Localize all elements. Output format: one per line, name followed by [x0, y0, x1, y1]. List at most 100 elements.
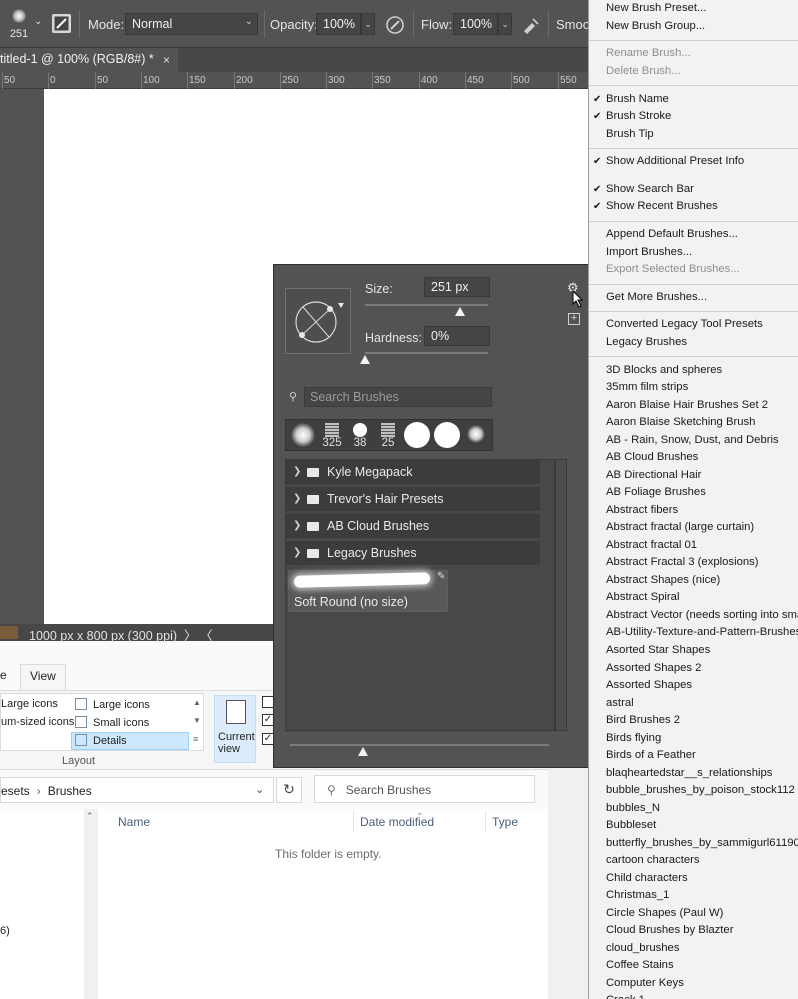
menu-item[interactable]: Append Default Brushes... [606, 228, 738, 240]
layout-small-icons[interactable]: Small icons [75, 716, 149, 729]
menu-item[interactable]: Show Recent Brushes [606, 200, 718, 212]
menu-item[interactable]: Aaron Blaise Hair Brushes Set 2 [606, 399, 768, 411]
menu-item[interactable]: Abstract fractal 01 [606, 539, 697, 551]
address-segment[interactable]: Brushes [48, 784, 92, 798]
current-view-button[interactable]: Current view [214, 695, 256, 763]
menu-item[interactable]: 3D Blocks and spheres [606, 364, 722, 376]
menu-item[interactable]: Birds of a Feather [606, 749, 696, 761]
menu-item[interactable]: Aaron Blaise Sketching Brush [606, 416, 755, 428]
flow-dropdown[interactable]: ⌄ [498, 13, 512, 35]
menu-item[interactable]: Show Search Bar [606, 183, 694, 195]
menu-item[interactable]: Christmas_1 [606, 889, 669, 901]
chevron-right-icon[interactable]: ❯ [293, 493, 301, 504]
size-slider-thumb[interactable] [454, 307, 465, 316]
menu-item[interactable]: New Brush Group... [606, 20, 705, 32]
menu-item[interactable]: Asorted Star Shapes [606, 644, 710, 656]
brush-group-row[interactable]: ❯ Trevor's Hair Presets [286, 487, 540, 512]
recent-brush-7[interactable] [462, 420, 490, 450]
menu-item[interactable]: Assorted Shapes 2 [606, 662, 701, 674]
menu-item[interactable]: AB Directional Hair [606, 469, 701, 481]
menu-item[interactable]: Birds flying [606, 732, 661, 744]
menu-item[interactable]: Bird Brushes 2 [606, 714, 680, 726]
gallery-scroll-down-icon[interactable]: ▼ [193, 716, 201, 725]
scroll-up-icon[interactable]: ⌃ [86, 811, 94, 822]
explorer-search-input[interactable]: ⚲ Search Brushes [314, 775, 535, 803]
layout-large-icons-2[interactable]: Large icons [75, 698, 150, 711]
close-icon[interactable]: × [163, 53, 170, 67]
chevron-right-icon[interactable]: ❯ [293, 466, 301, 477]
layout-large-icons[interactable]: Large icons [1, 698, 58, 710]
recent-brush-2[interactable]: 325 [318, 420, 346, 450]
chevron-down-icon[interactable]: ⌄ [34, 16, 42, 27]
thumbnail-size-thumb[interactable] [357, 747, 368, 756]
menu-item[interactable]: Brush Name [606, 93, 669, 105]
menu-item[interactable]: butterfly_brushes_by_sammigurl61190 [606, 837, 798, 849]
address-bar[interactable]: esets › Brushes ⌄ [0, 777, 274, 803]
chevron-down-icon[interactable]: ⌄ [255, 783, 264, 796]
address-segment[interactable]: esets [1, 784, 30, 798]
recent-brush-1[interactable] [288, 420, 318, 450]
menu-item[interactable]: Brush Stroke [606, 110, 671, 122]
gallery-expand-icon[interactable]: ≡ [193, 734, 198, 744]
tab-partial[interactable]: e [0, 668, 7, 682]
flow-input[interactable]: 100% [453, 13, 498, 35]
size-input[interactable]: 251 px [424, 277, 490, 297]
new-preset-icon[interactable]: + [568, 313, 580, 325]
brush-search-input[interactable]: Search Brushes [304, 387, 492, 407]
menu-item[interactable]: blaqheartedstar__s_relationships [606, 767, 772, 779]
layout-details[interactable]: Details [75, 734, 127, 747]
menu-item[interactable]: Abstract Spiral [606, 591, 679, 603]
gallery-scroll-up-icon[interactable]: ▲ [193, 698, 201, 707]
recent-brush-4[interactable]: 25 [374, 420, 402, 450]
menu-item[interactable]: Show Additional Preset Info [606, 155, 744, 167]
menu-item[interactable]: AB-Utility-Texture-and-Pattern-Brushes [606, 626, 798, 638]
nav-item[interactable]: 6) [0, 925, 10, 937]
pressure-opacity-icon[interactable] [385, 15, 405, 35]
thumbnail-size-slider[interactable] [290, 744, 549, 746]
menu-item[interactable]: Crack 1 [606, 994, 645, 999]
brush-group-row[interactable]: ❯ Legacy Brushes [286, 541, 540, 566]
menu-item[interactable]: Legacy Brushes [606, 336, 687, 348]
opacity-dropdown[interactable]: ⌄ [361, 13, 375, 35]
menu-item[interactable]: Abstract fibers [606, 504, 678, 516]
menu-item[interactable]: Abstract Shapes (nice) [606, 574, 720, 586]
column-type[interactable]: Type [492, 815, 518, 829]
menu-item[interactable]: AB - Rain, Snow, Dust, and Debris [606, 434, 779, 446]
airbrush-icon[interactable] [521, 15, 541, 35]
chevron-right-icon[interactable]: ❯ [293, 520, 301, 531]
menu-item[interactable]: Brush Tip [606, 128, 654, 140]
menu-item[interactable]: Abstract Vector (needs sorting into sma [606, 609, 798, 621]
menu-item[interactable]: astral [606, 697, 634, 709]
menu-item[interactable]: bubbles_N [606, 802, 660, 814]
recent-brush-6[interactable] [432, 420, 462, 450]
brush-item-soft-round[interactable]: ✎ Soft Round (no size) [288, 570, 448, 612]
menu-item[interactable]: Bubbleset [606, 819, 656, 831]
menu-item[interactable]: Abstract fractal (large curtain) [606, 521, 754, 533]
menu-item[interactable]: Assorted Shapes [606, 679, 692, 691]
brush-list-scrollbar[interactable] [555, 459, 567, 731]
document-tab[interactable]: titled-1 @ 100% (RGB/8#) * × [0, 48, 178, 72]
menu-item[interactable]: Coffee Stains [606, 959, 674, 971]
brush-group-row[interactable]: ❯ Kyle Megapack [286, 460, 540, 485]
brush-group-row[interactable]: ❯ AB Cloud Brushes [286, 514, 540, 539]
menu-item[interactable]: cloud_brushes [606, 942, 679, 954]
menu-item[interactable]: bubble_brushes_by_poison_stock112 [606, 784, 795, 796]
recent-brush-3[interactable]: 38 [346, 420, 374, 450]
menu-item[interactable]: Get More Brushes... [606, 291, 707, 303]
layout-medium-icons[interactable]: um-sized icons [1, 716, 74, 728]
column-name[interactable]: Name [118, 815, 150, 829]
nav-scrollbar[interactable] [84, 809, 98, 999]
brush-preset-picker[interactable]: 251 [6, 4, 32, 44]
brush-settings-panel-toggle[interactable] [52, 14, 71, 33]
tab-view[interactable]: View [20, 664, 66, 691]
brush-tip-preview[interactable] [285, 288, 351, 354]
hardness-input[interactable]: 0% [424, 326, 490, 346]
menu-item[interactable]: Computer Keys [606, 977, 684, 989]
menu-item[interactable]: Converted Legacy Tool Presets [606, 318, 763, 330]
menu-item[interactable]: 35mm film strips [606, 381, 688, 393]
size-slider-track[interactable] [365, 304, 488, 306]
opacity-input[interactable]: 100% [316, 13, 361, 35]
menu-item[interactable]: Cloud Brushes by Blazter [606, 924, 733, 936]
menu-item[interactable]: New Brush Preset... [606, 2, 706, 14]
recent-brush-5[interactable] [402, 420, 432, 450]
